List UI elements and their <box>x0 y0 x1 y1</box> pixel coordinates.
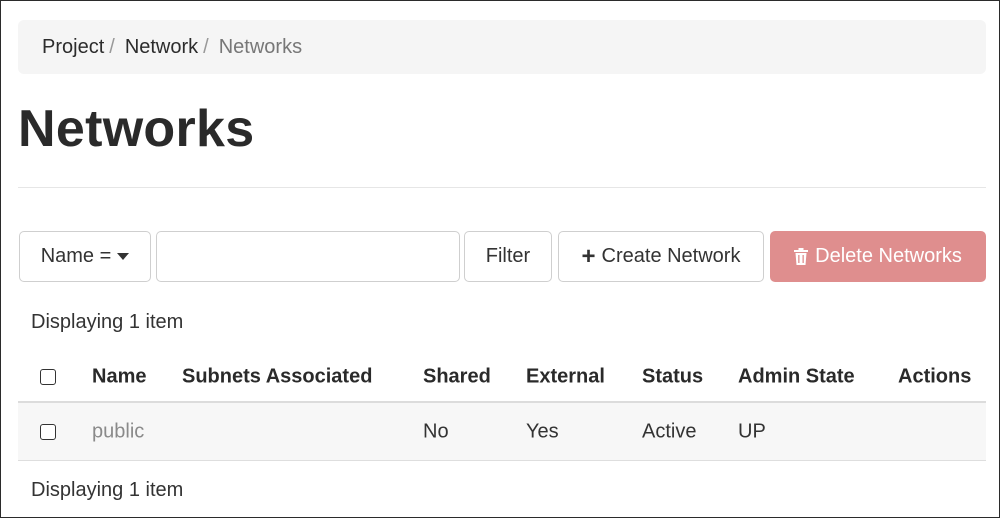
create-network-button[interactable]: + Create Network <box>558 231 764 282</box>
column-header-admin-state[interactable]: Admin State <box>738 366 855 389</box>
column-header-subnets[interactable]: Subnets Associated <box>182 366 372 389</box>
delete-networks-button[interactable]: Delete Networks <box>770 231 986 282</box>
column-header-status[interactable]: Status <box>642 366 703 389</box>
cell-external: Yes <box>526 420 559 442</box>
cell-admin-state: UP <box>738 420 766 442</box>
item-count-bottom: Displaying 1 item <box>31 479 184 501</box>
breadcrumb-item-project[interactable]: Project <box>42 36 104 59</box>
cell-status: Active <box>642 420 697 442</box>
breadcrumb-separator: / <box>109 35 115 58</box>
breadcrumb-item-network[interactable]: Network <box>125 36 198 59</box>
page-title: Networks <box>18 100 255 158</box>
filter-field-label: Name = <box>40 245 112 267</box>
cell-shared: No <box>423 420 449 442</box>
select-all-checkbox[interactable] <box>40 369 56 385</box>
column-header-name[interactable]: Name <box>92 366 146 389</box>
breadcrumb-separator: / <box>203 35 209 58</box>
filter-button-label: Filter <box>485 245 531 267</box>
title-divider <box>18 187 986 188</box>
delete-networks-label: Delete Networks <box>815 245 962 267</box>
column-header-actions: Actions <box>898 365 972 388</box>
filter-button[interactable]: Filter <box>464 231 552 282</box>
breadcrumb: Project / Network / Networks <box>18 20 986 74</box>
breadcrumb-item-networks: Networks <box>218 35 303 58</box>
table-header-row: Name Subnets Associated Shared External … <box>18 353 986 403</box>
column-header-shared[interactable]: Shared <box>423 366 491 389</box>
item-count-top: Displaying 1 item <box>31 311 184 333</box>
plus-icon: + <box>581 242 596 270</box>
filter-input[interactable] <box>156 231 460 282</box>
column-header-external[interactable]: External <box>526 366 605 389</box>
create-network-label: Create Network <box>601 245 741 267</box>
network-name-link[interactable]: public <box>92 420 144 443</box>
filter-field-dropdown[interactable]: Name = <box>19 231 151 282</box>
trash-icon <box>794 248 809 265</box>
row-checkbox[interactable] <box>40 423 56 440</box>
table-row: public No Yes Active UP <box>18 403 986 461</box>
caret-down-icon <box>117 253 130 260</box>
page-frame: Project / Network / Networks Networks Na… <box>0 0 1000 518</box>
